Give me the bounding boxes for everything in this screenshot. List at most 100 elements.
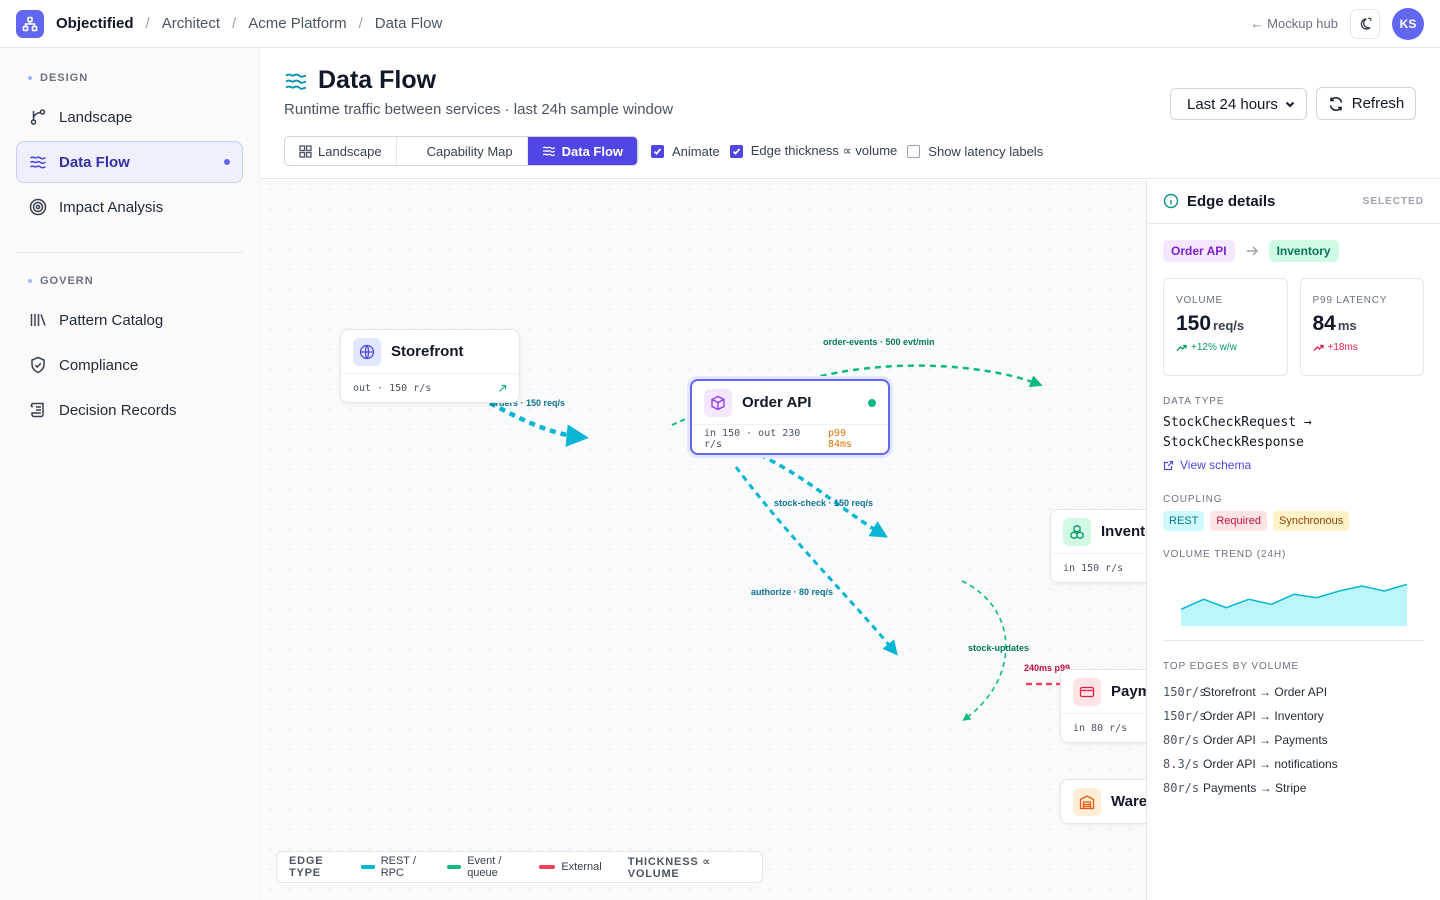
edge-label-stock-check: stock-check · 150 req/s	[774, 498, 874, 508]
metric-label: VOLUME	[1176, 295, 1224, 306]
edge-label-order-events: order-events · 500 evt/min	[823, 337, 935, 347]
chevron-down-icon	[1285, 101, 1295, 108]
top-edge-row[interactable]: 80r/s Order API → Payments	[1163, 728, 1424, 752]
flow-canvas[interactable]: orders · 150 req/s order-events · 500 ev…	[260, 179, 1146, 900]
latency-labels-label[interactable]: Show latency labels	[928, 144, 1043, 159]
legend-swatch	[539, 865, 556, 869]
edge-stock-check[interactable]	[759, 453, 889, 538]
breadcrumb-acme-platform[interactable]: Acme Platform	[248, 15, 346, 32]
edge-storefront-order-api[interactable]	[488, 401, 589, 447]
legend-item-external: External	[539, 861, 602, 873]
tab-capability-map[interactable]: Capability Map	[397, 137, 528, 165]
latency-value: 84	[1312, 312, 1336, 335]
edge-thickness-checkbox[interactable]	[729, 144, 743, 158]
top-edges-label: TOP EDGES BY VOLUME	[1163, 661, 1300, 672]
top-edge-row[interactable]: 80r/s Payments → Stripe	[1163, 776, 1424, 800]
coupling-label: COUPLING	[1163, 494, 1223, 505]
tab-label: Capability Map	[426, 143, 513, 159]
edge-metrics: VOLUME 150 req/s +12% w/w P99 LATENCY 84 m…	[1163, 278, 1424, 376]
latency-labels-checkbox[interactable]	[907, 144, 921, 158]
node-warehouse[interactable]: Warehouse	[1060, 779, 1146, 824]
sidebar-item-label: Landscape	[59, 108, 133, 126]
volume-delta: +12% w/w	[1191, 342, 1237, 353]
section-dot	[28, 76, 32, 80]
target-icon	[29, 198, 47, 216]
edge-thickness-label[interactable]: Edge thickness ∝ volume	[751, 143, 898, 159]
metric-delta: +18ms	[1313, 342, 1412, 353]
time-range-select[interactable]: Last 24 hours	[1170, 88, 1307, 120]
sidebar: DESIGN Landscape Data Flow Impact Analys…	[0, 48, 260, 900]
edge-rate: 150r/s	[1163, 709, 1207, 723]
refresh-button[interactable]: Refresh	[1316, 87, 1416, 120]
edge-path: Storefront → Order API	[1203, 685, 1328, 699]
latency-card: P99 LATENCY 84 ms +18ms	[1299, 278, 1424, 376]
sidebar-item-decision-records[interactable]: Decision Records	[16, 389, 243, 431]
scroll-icon	[30, 402, 44, 418]
animate-label[interactable]: Animate	[672, 144, 720, 159]
coupling-chip-rest: REST	[1163, 511, 1205, 531]
edge-authorize[interactable]	[734, 466, 898, 656]
sidebar-item-data-flow[interactable]: Data Flow	[16, 141, 243, 183]
library-icon	[30, 314, 46, 326]
sidebar-divider	[16, 252, 243, 253]
theme-toggle-button[interactable]	[1350, 8, 1380, 39]
node-name: Warehouse	[1111, 793, 1146, 810]
latency-unit: ms	[1337, 318, 1357, 333]
node-stats: in 80 r/s	[1073, 722, 1128, 734]
breadcrumb-separator: /	[358, 15, 363, 32]
waves-icon	[542, 146, 555, 157]
refresh-label: Refresh	[1351, 95, 1405, 112]
warehouse-icon	[1079, 794, 1095, 809]
user-avatar[interactable]: KS	[1392, 7, 1424, 40]
metric-value: 150 req/s	[1176, 312, 1275, 336]
edges-layer	[488, 364, 1060, 721]
trend-up-icon	[1176, 344, 1187, 351]
mockup-hub-link[interactable]: ← Mockup hub	[1251, 16, 1338, 31]
coupling-chip-required: Required	[1210, 511, 1267, 531]
top-edges-list: 150r/s Storefront → Order API 150r/s Order…	[1163, 680, 1424, 800]
breadcrumb-data-flow: Data Flow	[374, 15, 443, 32]
top-edge-row[interactable]: 150r/s Storefront → Order API	[1163, 680, 1424, 704]
breadcrumb: Objectified / Architect / Acme Platform …	[56, 15, 442, 32]
view-schema-link[interactable]: View schema	[1163, 458, 1424, 472]
node-inventory[interactable]: Inventory in 150 r/s	[1050, 509, 1146, 583]
section-title: DESIGN	[40, 72, 89, 84]
legend-thickness-label: THICKNESS ∝ VOLUME	[627, 855, 711, 880]
edge-source-pill[interactable]: Order API	[1163, 240, 1235, 262]
legend-label: Event / queue	[467, 855, 502, 879]
tab-data-flow[interactable]: Data Flow	[527, 137, 638, 165]
edge-rate: 150r/s	[1163, 685, 1207, 699]
top-edge-row[interactable]: 8.3/s Order API → notifications	[1163, 752, 1424, 776]
volume-trend-sparkline	[1181, 583, 1407, 626]
brand-name[interactable]: Objectified	[56, 15, 134, 32]
edge-label-stock-updates: stock-updates	[968, 643, 1030, 653]
edge-path: Order API → notifications	[1203, 757, 1338, 771]
node-name: Storefront	[391, 343, 464, 360]
sidebar-item-label: Compliance	[59, 356, 139, 374]
page-header: Data Flow Runtime traffic between servic…	[260, 48, 1440, 179]
app-logo[interactable]	[16, 9, 44, 38]
tab-landscape[interactable]: Landscape	[285, 137, 397, 165]
breadcrumb-architect[interactable]: Architect	[162, 15, 220, 32]
sidebar-item-landscape[interactable]: Landscape	[16, 96, 243, 138]
node-payments[interactable]: Payments in 80 r/s	[1060, 669, 1146, 743]
logo-icon	[22, 16, 38, 31]
volume-value: 150	[1176, 312, 1212, 335]
node-order-api[interactable]: Order API in 150 · out 230 r/s p99 84ms	[690, 379, 890, 455]
sidebar-item-impact-analysis[interactable]: Impact Analysis	[16, 186, 243, 228]
top-edge-row[interactable]: 150r/s Order API → Inventory	[1163, 704, 1424, 728]
trend-up-icon	[1313, 344, 1324, 351]
legend-item-rest: REST / RPC	[360, 855, 435, 879]
sidebar-item-pattern-catalog[interactable]: Pattern Catalog	[16, 299, 243, 341]
data-type-value: StockCheckRequest → StockCheckResponse	[1163, 413, 1424, 453]
animate-checkbox[interactable]	[651, 144, 664, 158]
toolbar-divider	[638, 140, 639, 162]
node-storefront[interactable]: Storefront out · 150 r/s	[340, 329, 520, 403]
time-range-value: Last 24 hours	[1187, 95, 1278, 113]
edge-target-pill[interactable]: Inventory	[1268, 240, 1339, 262]
node-icon-box	[704, 388, 732, 417]
metric-label: P99 LATENCY	[1312, 295, 1388, 306]
boxes-icon	[1070, 524, 1084, 539]
sidebar-item-compliance[interactable]: Compliance	[16, 344, 243, 386]
package-icon	[711, 395, 725, 410]
